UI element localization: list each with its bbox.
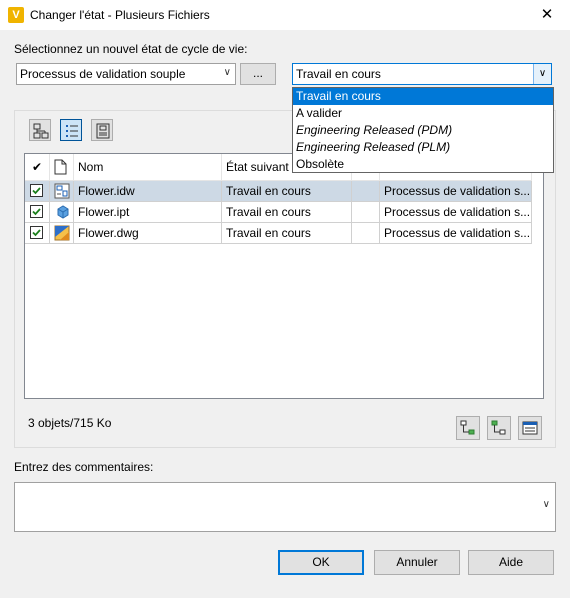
table-row[interactable]: Flower.ipt Travail en cours Processus de… bbox=[25, 202, 532, 223]
next-state-cell: Travail en cours bbox=[222, 202, 352, 223]
state-option-obsolete[interactable]: Obsolète bbox=[293, 156, 553, 173]
lifecycle-label: Sélectionnez un nouvel état de cycle de … bbox=[14, 42, 248, 56]
collapse-tree-icon bbox=[491, 420, 506, 435]
state-option-travail-en-cours[interactable]: Travail en cours bbox=[293, 88, 553, 105]
tree-view-icon bbox=[33, 123, 49, 139]
lifecycle-process-select[interactable]: Processus de validation souple ∨ bbox=[16, 63, 236, 85]
grid-view-icon bbox=[96, 123, 110, 139]
title-bar: V Changer l'état - Plusieurs Fichiers ✕ bbox=[0, 0, 570, 30]
idw-file-icon bbox=[54, 183, 70, 199]
vault-app-icon: V bbox=[8, 7, 24, 23]
chevron-down-icon[interactable]: ∨ bbox=[543, 499, 550, 510]
row-checkbox[interactable] bbox=[30, 205, 43, 218]
lifecycle-process-value: Processus de validation souple bbox=[20, 67, 186, 81]
file-icon-cell bbox=[50, 202, 74, 223]
next-state-cell: Travail en cours bbox=[222, 181, 352, 202]
state-option-engineering-released-pdm[interactable]: Engineering Released (PDM) bbox=[293, 122, 553, 139]
tree-view-button[interactable] bbox=[29, 119, 51, 141]
table-row[interactable]: Flower.dwg Travail en cours Processus de… bbox=[25, 223, 532, 244]
columns-icon bbox=[522, 421, 538, 435]
ipt-file-icon bbox=[57, 205, 69, 219]
extra-cell bbox=[352, 223, 380, 244]
row-checkbox-cell bbox=[25, 202, 50, 223]
check-column-header[interactable]: ✔ bbox=[25, 154, 50, 181]
files-grid: ✔ Nom État suivant Flower.idw Travail en… bbox=[24, 153, 544, 399]
extra-cell bbox=[352, 202, 380, 223]
state-dropdown-list: Travail en cours A valider Engineering R… bbox=[292, 87, 554, 173]
name-column-header[interactable]: Nom bbox=[74, 154, 222, 181]
comments-label: Entrez des commentaires: bbox=[14, 460, 154, 474]
file-icon-cell bbox=[50, 223, 74, 244]
help-button[interactable]: Aide bbox=[468, 550, 554, 575]
close-button[interactable]: ✕ bbox=[524, 0, 570, 30]
chevron-down-icon: ∨ bbox=[223, 67, 231, 78]
row-checkbox[interactable] bbox=[30, 184, 43, 197]
file-name-cell: Flower.ipt bbox=[74, 202, 222, 223]
lifecycle-state-value: Travail en cours bbox=[296, 67, 381, 81]
browse-button[interactable]: ... bbox=[240, 63, 276, 85]
state-option-engineering-released-plm[interactable]: Engineering Released (PLM) bbox=[293, 139, 553, 156]
list-view-button[interactable] bbox=[60, 119, 82, 141]
file-name-cell: Flower.idw bbox=[74, 181, 222, 202]
grid-view-button[interactable] bbox=[91, 119, 113, 141]
object-count-label: 3 objets/715 Ko bbox=[28, 416, 112, 430]
row-checkbox-cell bbox=[25, 181, 50, 202]
checkmark-icon bbox=[32, 229, 41, 237]
process-cell: Processus de validation s... bbox=[380, 202, 532, 223]
chevron-down-icon[interactable]: ∨ bbox=[533, 64, 551, 84]
columns-button[interactable] bbox=[518, 416, 542, 440]
lifecycle-state-select[interactable]: Travail en cours ∨ bbox=[292, 63, 552, 85]
state-option-a-valider[interactable]: A valider bbox=[293, 105, 553, 122]
window-title: Changer l'état - Plusieurs Fichiers bbox=[30, 8, 210, 22]
cancel-button[interactable]: Annuler bbox=[374, 550, 460, 575]
expand-tree-icon bbox=[460, 420, 475, 435]
table-row[interactable]: Flower.idw Travail en cours Processus de… bbox=[25, 181, 532, 202]
extra-cell bbox=[352, 181, 380, 202]
list-view-icon bbox=[66, 125, 78, 137]
expand-tree-button[interactable] bbox=[456, 416, 480, 440]
process-cell: Processus de validation s... bbox=[380, 181, 532, 202]
checkmark-icon bbox=[32, 187, 41, 195]
file-name-cell: Flower.dwg bbox=[74, 223, 222, 244]
comments-field[interactable]: ∨ bbox=[14, 482, 556, 532]
next-state-cell: Travail en cours bbox=[222, 223, 352, 244]
collapse-tree-button[interactable] bbox=[487, 416, 511, 440]
process-cell: Processus de validation s... bbox=[380, 223, 532, 244]
row-checkbox-cell bbox=[25, 223, 50, 244]
file-type-column-header[interactable] bbox=[50, 154, 74, 181]
ok-button[interactable]: OK bbox=[278, 550, 364, 575]
checkmark-icon bbox=[32, 208, 41, 216]
document-icon bbox=[54, 159, 67, 175]
file-icon-cell bbox=[50, 181, 74, 202]
dwg-file-icon bbox=[54, 225, 70, 241]
row-checkbox[interactable] bbox=[30, 226, 43, 239]
